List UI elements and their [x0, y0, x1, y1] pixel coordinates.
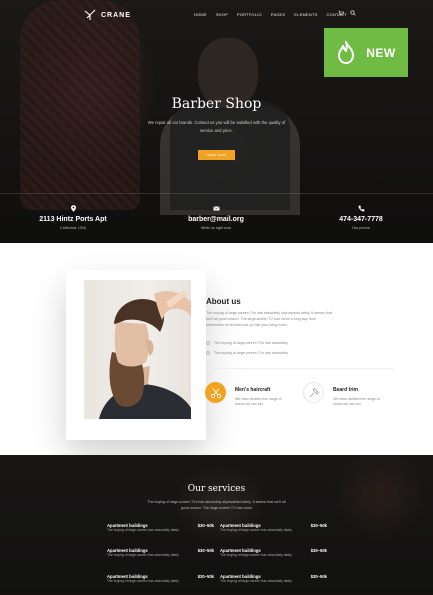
contact-address: 2113 Hintz Ports Apt California, USA: [13, 205, 133, 230]
nav-item-home[interactable]: HOME: [194, 12, 207, 17]
razor-icon: [309, 387, 319, 397]
price-item: Apartment buildings $30–50k The buying o…: [220, 523, 327, 532]
price-item-desc: The buying of large-screen has absolutel…: [107, 528, 179, 532]
nav-icons: [338, 10, 356, 16]
service-haircraft-text: We have divided the range of mixes we ca…: [235, 397, 282, 406]
about-title: About us: [206, 297, 241, 306]
about-list-item: The buying of large-screen TVs has absol…: [206, 351, 288, 355]
price-item: Apartment buildings $30–50k The buying o…: [220, 548, 327, 557]
about-list-text: The buying of large-screen TVs has absol…: [214, 351, 289, 355]
about-list-item: The buying of large-screen TVs has absol…: [206, 341, 288, 345]
price-item-value: $30–50k: [310, 548, 327, 553]
badge-label: NEW: [366, 45, 396, 60]
list-bullet-icon: [206, 351, 210, 355]
list-bullet-icon: [206, 341, 210, 345]
contact-phone-main[interactable]: 474-347-7778: [301, 216, 421, 223]
services-overlay: [0, 455, 433, 595]
services-title: Our services: [187, 484, 246, 494]
service-haircraft-title: Men's haircraft: [235, 387, 271, 393]
brand-name: CRANE: [101, 11, 131, 19]
cart-icon[interactable]: [338, 10, 344, 16]
location-pin-icon: [70, 205, 76, 212]
contact-address-sub: California, USA: [60, 226, 86, 230]
contact-email-main[interactable]: barber@mail.org: [156, 216, 276, 223]
contact-email: barber@mail.org Write us right now: [156, 205, 276, 230]
contact-phone-sub: Our phone: [352, 226, 370, 230]
nav-item-pages[interactable]: PAGES: [271, 12, 286, 17]
about-image: [84, 280, 191, 419]
brand-logo[interactable]: CRANE: [84, 8, 131, 22]
price-item: Apartment buildings $30–50k The buying o…: [107, 548, 214, 557]
price-item-value: $30–50k: [197, 574, 214, 579]
price-item: Apartment buildings $30–50k The buying o…: [107, 574, 214, 583]
services-subtitle: The buying of large-screen TVs has absol…: [147, 500, 286, 510]
price-item: Apartment buildings $30–50k The buying o…: [107, 523, 214, 532]
nav-item-portfolio[interactable]: PORTFOLIO: [237, 12, 262, 17]
crane-logo-icon: [84, 9, 96, 20]
bearded-man-illustration: [99, 290, 191, 419]
about-list-text: The buying of large-screen TVs has absol…: [214, 341, 289, 345]
price-item-desc: The buying of large-screen has absolutel…: [107, 579, 179, 583]
price-item: Apartment buildings $30–50k The buying o…: [220, 574, 327, 583]
price-item-desc: The buying of large-screen has absolutel…: [220, 553, 292, 557]
price-item-value: $30–50k: [197, 548, 214, 553]
hero-subtitle: We repair all car brands. Contact us you…: [147, 120, 286, 133]
service-haircraft-badge: [205, 382, 226, 403]
search-icon[interactable]: [350, 10, 356, 16]
main-nav: HOME SHOP PORTFOLIO PAGES ELEMENTS CONTA…: [194, 12, 356, 17]
price-item-desc: The buying of large-screen has absolutel…: [220, 579, 292, 583]
price-item-desc: The buying of large-screen has absolutel…: [107, 553, 179, 557]
price-item-desc: The buying of large-screen has absolutel…: [220, 528, 292, 532]
flame-icon: [338, 40, 355, 64]
hero-title: Barber Shop: [171, 96, 262, 112]
about-divider: [206, 368, 394, 369]
price-item-value: $30–50k: [310, 574, 327, 579]
phone-icon: [357, 205, 364, 212]
shop-now-button[interactable]: SHOP NOW: [198, 150, 235, 160]
contact-phone: 474-347-7778 Our phone: [301, 205, 421, 230]
hero-divider: [0, 193, 433, 194]
price-item-value: $30–50k: [310, 523, 327, 528]
service-beard-badge: [303, 382, 324, 403]
nav-item-elements[interactable]: ELEMENTS: [294, 12, 317, 17]
contact-email-sub: Write us right now: [200, 226, 232, 230]
price-item-value: $30–50k: [197, 523, 214, 528]
mail-icon: [212, 206, 220, 211]
contact-address-main: 2113 Hintz Ports Apt: [39, 216, 107, 223]
nav-item-shop[interactable]: SHOP: [216, 12, 228, 17]
about-text: The buying of large-screen TVs has absol…: [206, 311, 332, 327]
service-beard-text: We have divided the range of mixes we ca…: [333, 397, 380, 406]
scissors-icon: [210, 387, 221, 398]
service-beard-title: Beard trim: [333, 387, 359, 393]
new-badge: NEW: [324, 28, 408, 77]
